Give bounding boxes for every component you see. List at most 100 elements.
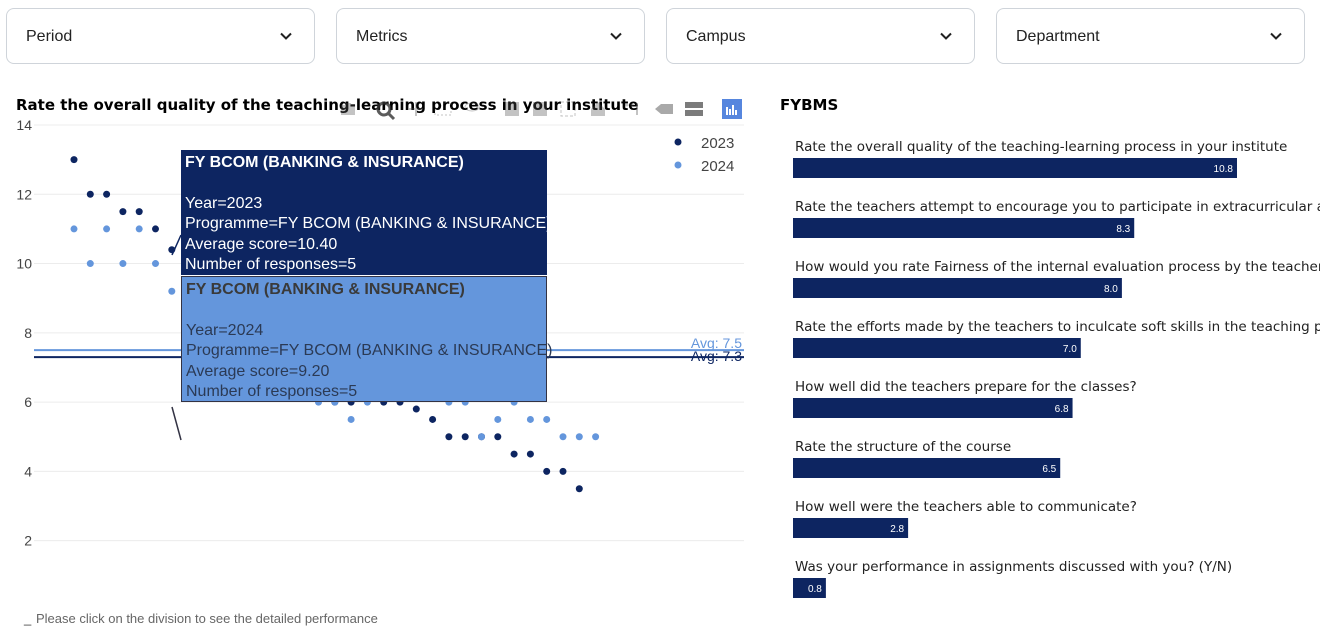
data-point-2024 (592, 433, 600, 441)
data-point-2023 (119, 208, 127, 216)
legend-marker-2023 (674, 138, 682, 146)
tooltip-programme: Programme=FY BCOM (BANKING & INSURANCE) (186, 342, 553, 360)
bar-category-label: Rate the overall quality of the teaching… (795, 139, 1287, 155)
data-point-2024 (575, 433, 583, 441)
bar (793, 278, 1122, 298)
chevron-down-icon (1270, 32, 1282, 40)
data-point-2024 (526, 415, 534, 423)
bar (793, 158, 1237, 178)
chevron-down-icon (280, 32, 292, 40)
tooltip-average: Average score=9.20 (186, 362, 330, 380)
bar-chart-title: FYBMS (780, 96, 839, 114)
data-point-2023 (135, 208, 143, 216)
tooltip-pointer (171, 406, 182, 441)
data-point-2023 (575, 485, 583, 493)
bar-value-label: 10.8 (1214, 164, 1234, 175)
hover-compare-icon[interactable] (683, 100, 705, 118)
bar-value-label: 8.3 (1116, 224, 1130, 235)
data-point-2023 (461, 433, 469, 441)
bar-chart[interactable]: Rate the overall quality of the teaching… (760, 120, 1320, 610)
tooltip-year: Year=2024 (186, 321, 264, 339)
data-point-2024 (559, 433, 567, 441)
tooltip-year: Year=2023 (185, 194, 263, 212)
bar-value-label: 0.8 (808, 584, 822, 595)
chevron-down-icon (940, 32, 952, 40)
bar-category-label: Rate the efforts made by the teachers to… (795, 319, 1320, 335)
tooltip-average: Average score=10.40 (185, 235, 338, 253)
period-dropdown-label: Period (26, 28, 73, 45)
data-point-2024 (543, 415, 551, 423)
chevron-down-icon (610, 32, 622, 40)
data-point-2023 (559, 467, 567, 475)
campus-dropdown-label: Campus (686, 28, 746, 45)
data-point-2023 (494, 433, 502, 441)
data-point-2023 (152, 225, 159, 233)
zoom-in-icon[interactable] (503, 100, 521, 118)
autoscale-icon[interactable] (559, 100, 577, 118)
average-line-label: Avg: 7.3 (691, 348, 742, 364)
data-point-2023 (86, 190, 94, 198)
plotly-logo-icon[interactable] (721, 98, 743, 120)
camera-icon[interactable] (339, 100, 357, 118)
y-tick-label: 12 (16, 186, 32, 202)
lasso-select-icon[interactable] (463, 100, 481, 118)
legend-label-2024: 2024 (701, 158, 734, 175)
department-dropdown[interactable]: Department (996, 8, 1305, 64)
data-point-2024 (119, 260, 127, 268)
y-tick-label: 14 (16, 117, 32, 133)
campus-dropdown[interactable]: Campus (666, 8, 975, 64)
metrics-dropdown[interactable]: Metrics (336, 8, 645, 64)
bar-value-label: 8.0 (1104, 284, 1118, 295)
tooltip-responses: Number of responses=5 (185, 256, 357, 274)
bar (793, 218, 1135, 238)
bar (793, 338, 1081, 358)
data-point-2024 (152, 260, 159, 268)
pan-icon[interactable] (407, 100, 425, 118)
y-tick-label: 8 (24, 325, 32, 341)
data-point-2024 (103, 225, 111, 233)
bar (793, 458, 1061, 478)
bar-value-label: 7.0 (1063, 344, 1077, 355)
home-icon[interactable] (589, 100, 607, 118)
data-point-2024 (86, 260, 94, 268)
hover-closest-icon[interactable] (653, 100, 675, 118)
tooltip-responses: Number of responses=5 (186, 383, 358, 401)
bar-category-label: Rate the teachers attempt to encourage y… (795, 199, 1320, 215)
hover-tooltip-2023: FY BCOM (BANKING & INSURANCE) Year=2023 … (181, 150, 552, 275)
data-point-2024 (70, 225, 78, 233)
bar-category-label: Rate the structure of the course (795, 439, 1011, 455)
data-point-2023 (526, 450, 534, 458)
legend-marker-2024 (674, 161, 682, 169)
data-point-2023 (543, 467, 551, 475)
spike-lines-icon[interactable] (623, 100, 641, 118)
bar-category-label: How well were the teachers able to commu… (795, 499, 1137, 515)
box-select-icon[interactable] (433, 100, 453, 118)
zoom-out-icon[interactable] (531, 100, 549, 118)
bar-category-label: How would you rate Fairness of the inter… (795, 259, 1320, 275)
data-point-2024 (494, 415, 502, 423)
tooltip-pointer (171, 234, 182, 256)
hover-tooltip-2024: FY BCOM (BANKING & INSURANCE) Year=2024 … (181, 276, 553, 402)
footer-note: Please click on the division to see the … (36, 611, 378, 626)
bar-category-label: Was your performance in assignments disc… (795, 559, 1232, 575)
data-point-2023 (412, 405, 420, 413)
legend-label-2023: 2023 (701, 135, 734, 152)
y-tick-label: 4 (24, 463, 32, 479)
bar-value-label: 6.5 (1042, 464, 1056, 475)
footer-dash: _ (24, 611, 32, 626)
y-tick-label: 2 (24, 533, 32, 549)
tooltip-header: FY BCOM (BANKING & INSURANCE) (186, 281, 465, 298)
department-dropdown-label: Department (1016, 28, 1100, 45)
data-point-2024 (135, 225, 143, 233)
bar-category-label: How well did the teachers prepare for th… (795, 379, 1137, 395)
y-tick-label: 6 (24, 394, 32, 410)
y-tick-label: 10 (16, 256, 32, 272)
bar (793, 398, 1073, 418)
data-point-2024 (347, 415, 355, 423)
zoom-icon[interactable] (375, 100, 397, 122)
tooltip-header: FY BCOM (BANKING & INSURANCE) (185, 154, 464, 171)
data-point-2024 (168, 287, 176, 295)
tooltip-programme: Programme=FY BCOM (BANKING & INSURANCE) (185, 215, 552, 233)
period-dropdown[interactable]: Period (6, 8, 315, 64)
data-point-2024 (478, 433, 485, 441)
